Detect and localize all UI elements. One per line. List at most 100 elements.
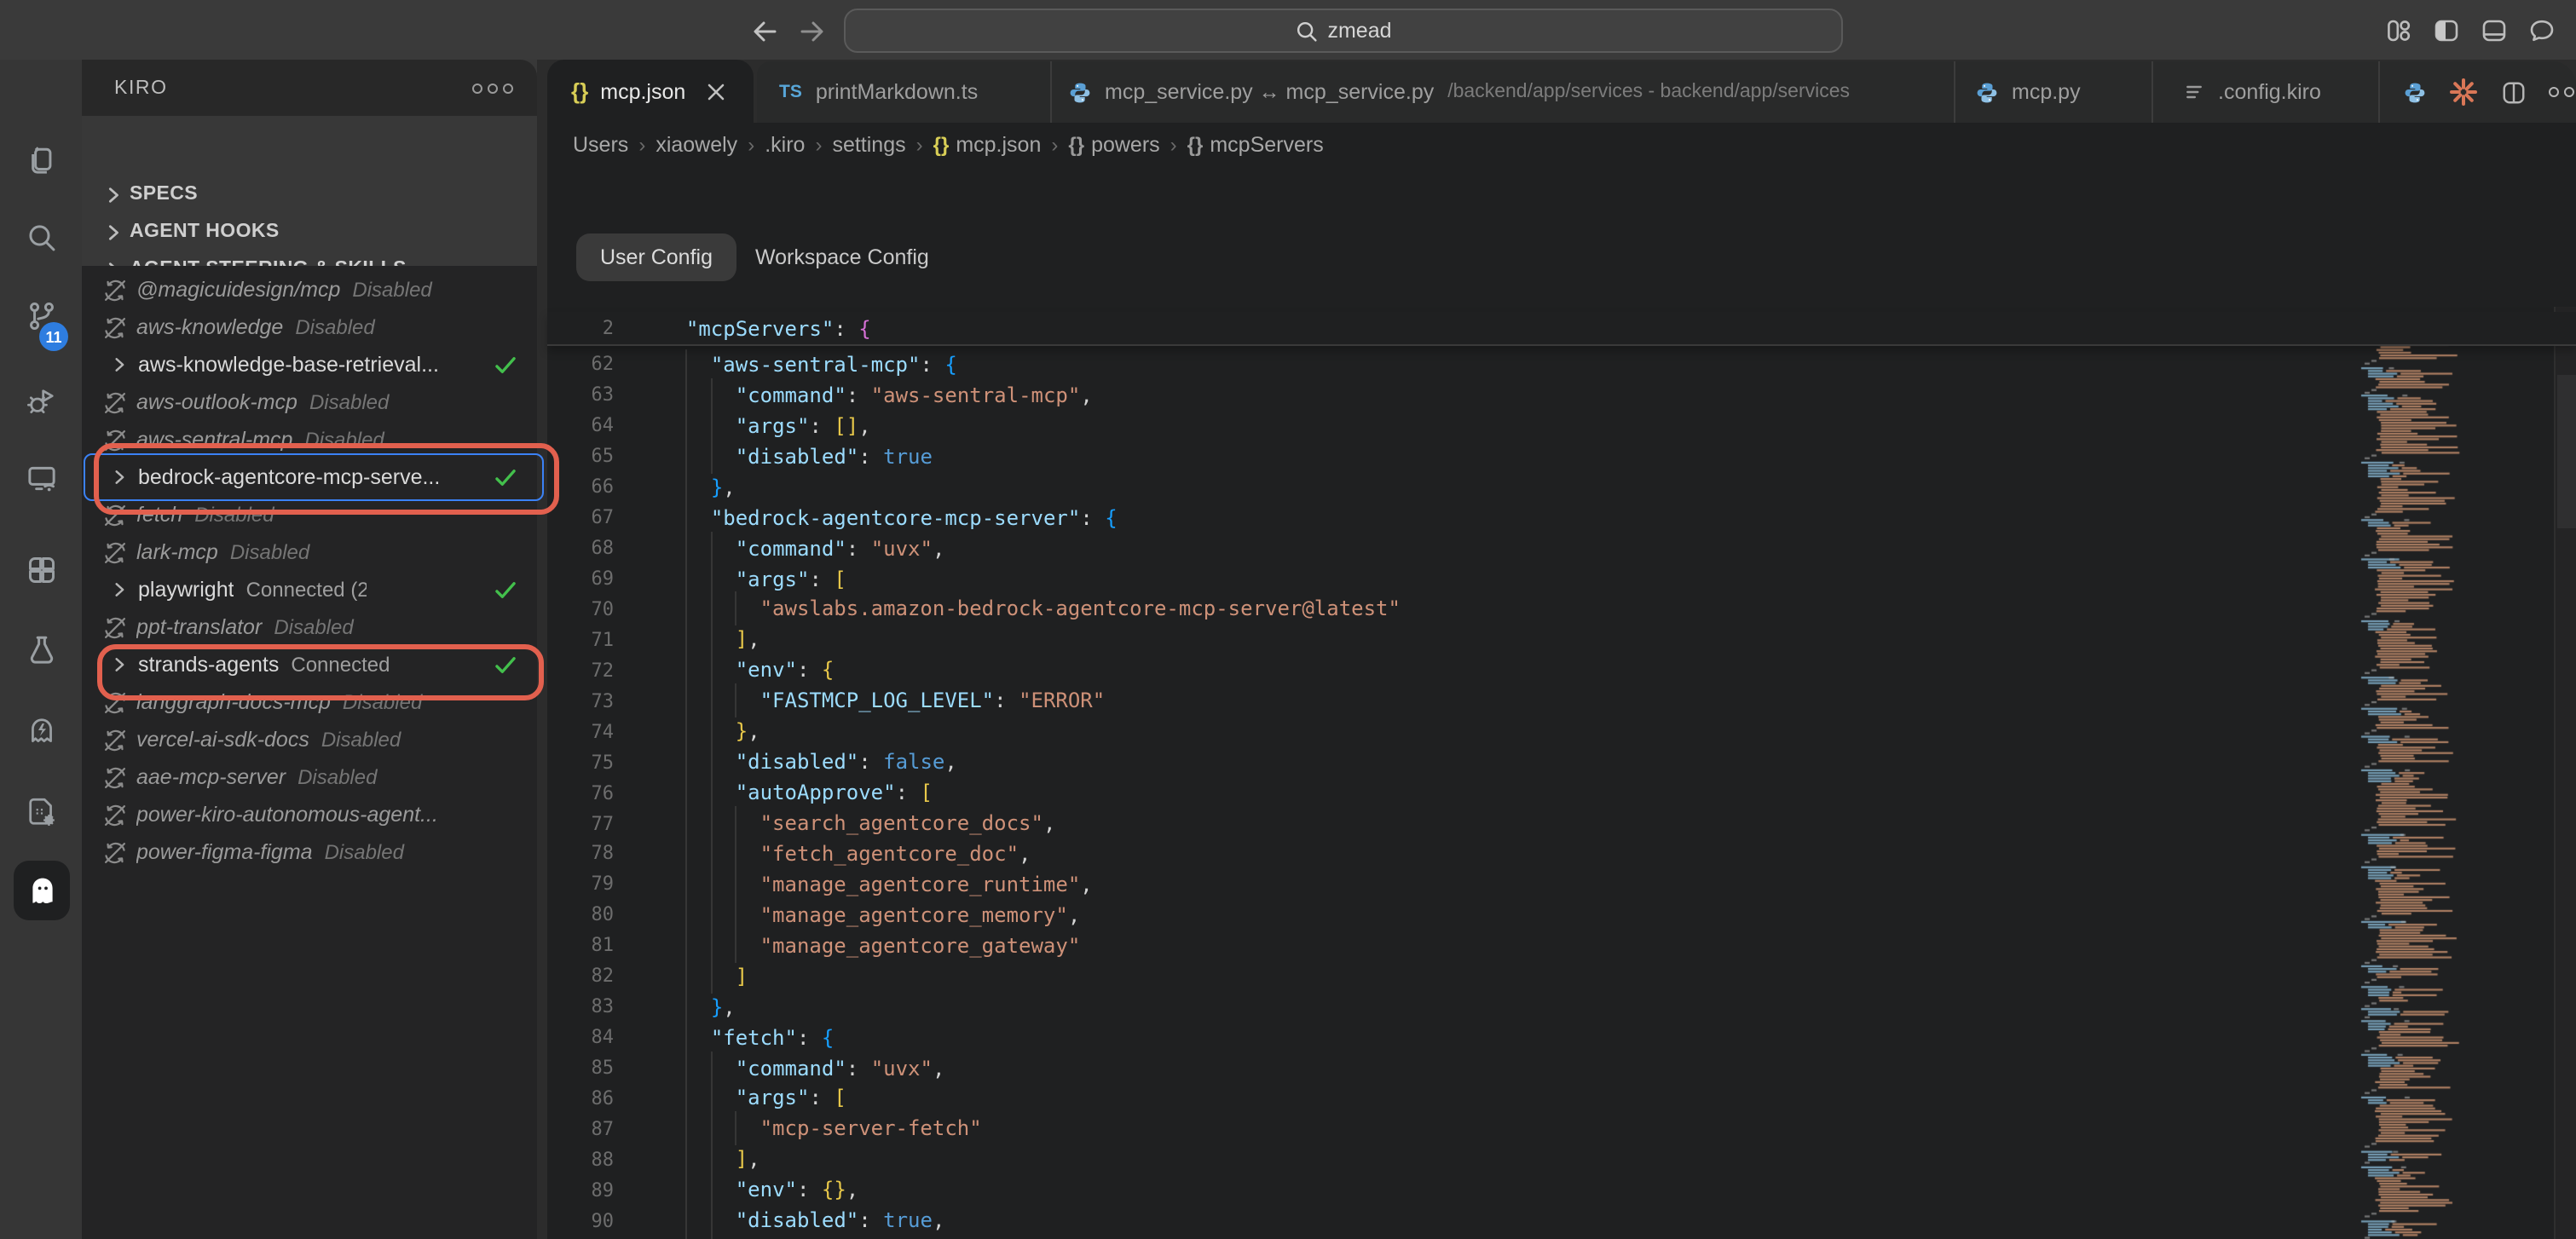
sidebar-section-agent-hooks[interactable]: AGENT HOOKS <box>82 213 537 251</box>
code-line-72: 72 "env": { <box>547 655 2576 686</box>
sync-disabled-icon <box>101 727 128 752</box>
code-line-83: 83 }, <box>547 991 2576 1022</box>
sync-disabled-icon <box>101 389 128 415</box>
mcp-server-row--magicuidesign-mcp[interactable]: @magicuidesign/mcpDisabled <box>82 271 537 308</box>
python-icon[interactable] <box>2404 81 2426 103</box>
code-line-70: 70 "awslabs.amazon-bedrock-agentcore-mcp… <box>547 594 2576 625</box>
mcp-server-row-lark-mcp[interactable]: lark-mcpDisabled <box>82 533 537 571</box>
file-gear-icon[interactable] <box>0 782 82 840</box>
chevron-right-icon <box>109 469 130 486</box>
activity-bar: 11 <box>0 60 82 1239</box>
breadcrumb-mcp-json[interactable]: {}mcp.json <box>933 133 1042 157</box>
ellipsis-icon[interactable] <box>472 83 513 93</box>
debug-icon[interactable] <box>0 372 82 429</box>
ghost-bolt-icon[interactable] <box>0 700 82 758</box>
code-line-88: 88 ], <box>547 1144 2576 1175</box>
back-arrow-icon[interactable] <box>745 12 783 49</box>
mcp-server-row-aws-outlook-mcp[interactable]: aws-outlook-mcpDisabled <box>82 383 537 421</box>
code-line-64: 64 "args": [], <box>547 411 2576 441</box>
kiro-starburst-icon[interactable] <box>2448 77 2479 107</box>
code-line-78: 78 "fetch_agentcore_doc", <box>547 838 2576 869</box>
editor-panel: Users › xiaowely › .kiro › settings › {}… <box>547 123 2576 1239</box>
list-icon <box>2184 82 2204 102</box>
kiro-ghost-icon[interactable] <box>14 861 70 920</box>
code-line-67: 67 "bedrock-agentcore-mcp-server": { <box>547 502 2576 533</box>
breadcrumb-mcpservers[interactable]: {}mcpServers <box>1187 133 1324 157</box>
sync-disabled-icon <box>101 314 128 340</box>
code-line-68: 68 "command": "uvx", <box>547 533 2576 563</box>
typescript-icon: TS <box>779 82 802 102</box>
mcp-server-row-bedrock-agentcore-mcp-serve-[interactable]: bedrock-agentcore-mcp-serve... <box>82 458 537 496</box>
editor-group: {} mcp.json TS printMarkdown.ts mcp_serv… <box>547 60 2576 1239</box>
python-icon <box>1976 81 1998 103</box>
tab-workspace-config[interactable]: Workspace Config <box>755 233 929 281</box>
code-editor[interactable]: 62 "aws-sentral-mcp": {63 "command": "aw… <box>547 349 2576 1239</box>
python-icon <box>1069 81 1091 103</box>
mcp-server-row-power-figma-figma[interactable]: power-figma-figmaDisabled <box>82 833 537 871</box>
split-editor-icon[interactable] <box>2501 79 2527 105</box>
breadcrumb-xiaowely[interactable]: xiaowely <box>656 133 737 157</box>
test-flask-icon[interactable] <box>0 620 82 678</box>
code-line-84: 84 "fetch": { <box>547 1022 2576 1052</box>
code-line-89: 89 "env": {}, <box>547 1175 2576 1206</box>
close-icon[interactable] <box>708 83 725 100</box>
search-input[interactable]: zmead <box>844 9 1843 53</box>
toggle-panel-icon[interactable] <box>2479 15 2508 44</box>
mcp-server-row-fetch[interactable]: fetchDisabled <box>82 496 537 533</box>
breadcrumb: Users › xiaowely › .kiro › settings › {}… <box>573 128 1324 162</box>
tab-config-kiro[interactable]: .config.kiro <box>2153 61 2380 123</box>
tab-mcp-json[interactable]: {} mcp.json <box>547 60 754 123</box>
chevron-right-icon <box>109 656 130 673</box>
more-actions-icon[interactable] <box>2549 87 2576 97</box>
editor-scrollbar[interactable] <box>2554 307 2576 1239</box>
tab-mcp-service-py-diff[interactable]: mcp_service.py ↔ mcp_service.py /backend… <box>1052 61 1955 123</box>
search-sidebar-icon[interactable] <box>0 208 82 266</box>
source-control-badge: 11 <box>39 322 68 351</box>
mcp-server-row-strands-agents[interactable]: strands-agentsConnected (2 to... <box>82 646 537 683</box>
mcp-server-row-aws-knowledge[interactable]: aws-knowledgeDisabled <box>82 308 537 346</box>
mcp-server-row-ppt-translator[interactable]: ppt-translatorDisabled <box>82 608 537 646</box>
mcp-server-row-vercel-ai-sdk-docs[interactable]: vercel-ai-sdk-docsDisabled <box>82 721 537 758</box>
code-line-74: 74 }, <box>547 717 2576 747</box>
chat-bubble-icon[interactable] <box>2527 15 2556 44</box>
braces-icon: {} <box>1068 133 1084 157</box>
minimap[interactable] <box>2354 307 2542 1239</box>
tab-user-config[interactable]: User Config <box>576 233 736 281</box>
forward-arrow-icon[interactable] <box>793 12 830 49</box>
remote-explorer-icon[interactable] <box>0 448 82 506</box>
mcp-server-row-langgraph-docs-mcp[interactable]: langgraph-docs-mcpDisabled <box>82 683 537 721</box>
sidebar-section-specs[interactable]: SPECS <box>82 176 537 213</box>
breadcrumb-kiro[interactable]: .kiro <box>765 133 805 157</box>
mcp-server-row-playwright[interactable]: playwrightConnected (22 tools) <box>82 571 537 608</box>
files-icon[interactable] <box>0 131 82 189</box>
mcp-server-row-power-kiro-autonomous-agent-[interactable]: power-kiro-autonomous-agent... <box>82 796 537 833</box>
code-line-2: 2 "mcpServers": { <box>547 313 871 343</box>
code-line-62: 62 "aws-sentral-mcp": { <box>547 349 2576 380</box>
mcp-server-row-aws-sentral-mcp[interactable]: aws-sentral-mcpDisabled <box>82 421 537 458</box>
breadcrumb-users[interactable]: Users <box>573 133 628 157</box>
breadcrumb-settings[interactable]: settings <box>832 133 905 157</box>
scrollbar-slider[interactable] <box>2557 375 2576 528</box>
chevron-right-icon <box>109 356 130 373</box>
code-line-91: 91 "autoApprove": [] <box>547 1236 2576 1239</box>
mcp-server-row-aae-mcp-server[interactable]: aae-mcp-serverDisabled <box>82 758 537 796</box>
mcp-server-list: @magicuidesign/mcpDisabledaws-knowledgeD… <box>82 266 537 1239</box>
sync-disabled-icon <box>101 689 128 715</box>
sync-disabled-icon <box>101 614 128 640</box>
sidebar-title: KIRO <box>114 78 472 98</box>
code-line-77: 77 "search_agentcore_docs", <box>547 808 2576 838</box>
check-icon <box>494 580 517 599</box>
code-line-86: 86 "args": [ <box>547 1083 2576 1114</box>
extensions-icon[interactable] <box>0 540 82 598</box>
breadcrumb-powers[interactable]: {}powers <box>1068 133 1159 157</box>
tab-printmarkdown-ts[interactable]: TS printMarkdown.ts <box>757 61 1052 123</box>
code-line-69: 69 "args": [ <box>547 563 2576 594</box>
chevron-right-icon <box>101 220 124 244</box>
mcp-server-row-aws-knowledge-base-retrieval-[interactable]: aws-knowledge-base-retrieval... <box>82 346 537 383</box>
sync-disabled-icon <box>101 764 128 790</box>
toggle-sidebar-icon[interactable] <box>2431 15 2460 44</box>
tab-mcp-py[interactable]: mcp.py <box>1955 61 2153 123</box>
code-line-80: 80 "manage_agentcore_memory", <box>547 900 2576 931</box>
sticky-scroll-line: 2 "mcpServers": { <box>547 312 2576 346</box>
layout-grid-icon[interactable] <box>2383 15 2412 44</box>
